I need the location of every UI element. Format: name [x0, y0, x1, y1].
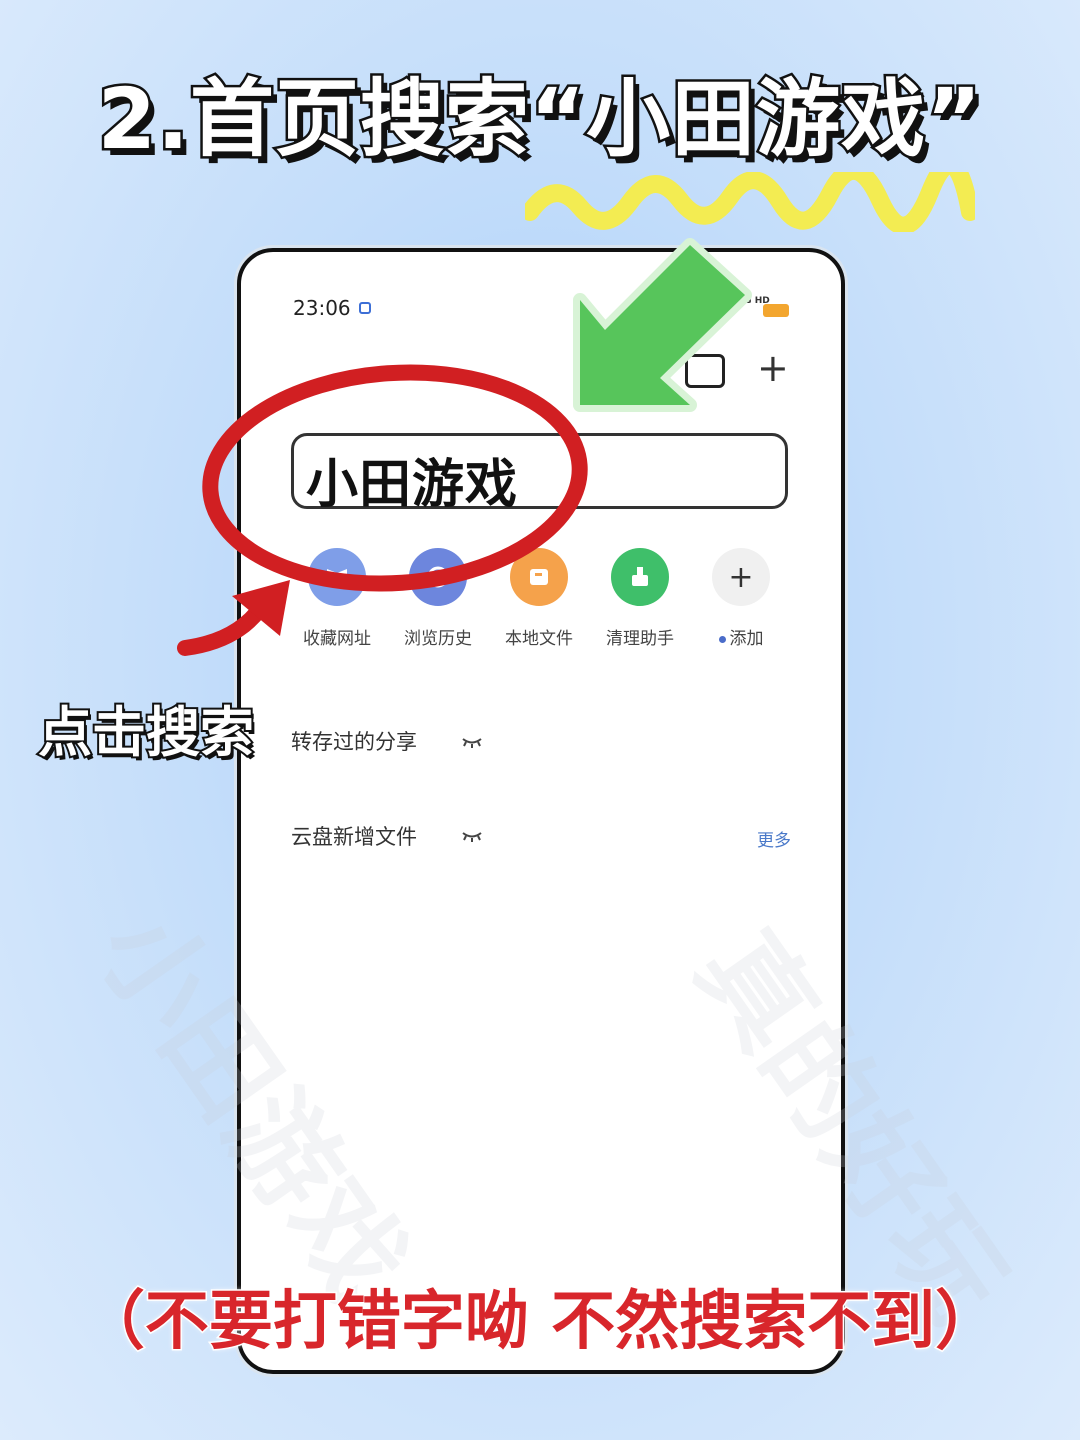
- search-input[interactable]: 小田游戏: [291, 433, 788, 515]
- add-tab-icon[interactable]: +: [757, 348, 789, 388]
- quick-item-add-label-wrap: 添加: [691, 624, 791, 649]
- quick-item-add[interactable]: + 添加: [691, 548, 791, 649]
- folder-icon: [510, 548, 568, 606]
- history-icon: [409, 548, 467, 606]
- quick-item-history[interactable]: 浏览历史: [388, 548, 488, 649]
- quick-item-bookmarks[interactable]: 收藏网址: [287, 548, 387, 649]
- status-app-icon: [359, 302, 371, 314]
- more-link[interactable]: 更多: [757, 826, 791, 851]
- quick-item-cleaner[interactable]: 清理助手: [590, 548, 690, 649]
- quick-item-label: 本地文件: [505, 629, 573, 649]
- status-network: 5G HD 5G HD: [703, 296, 770, 306]
- click-search-label: 点击搜索: [36, 699, 256, 766]
- quick-item-label: 收藏网址: [303, 629, 371, 649]
- quick-item-label: 浏览历史: [404, 629, 472, 649]
- search-input-value: 小田游戏: [306, 455, 519, 515]
- eye-closed-icon[interactable]: [461, 736, 483, 748]
- eye-closed-icon[interactable]: [461, 830, 483, 842]
- bookmark-icon: [308, 548, 366, 606]
- section-saved-shares: 转存过的分享: [291, 730, 417, 754]
- battery-icon: [763, 304, 789, 317]
- broom-icon: [611, 548, 669, 606]
- typo-warning: （不要打错字呦 不然搜索不到）: [79, 1284, 1000, 1361]
- quick-item-local-files[interactable]: 本地文件: [489, 548, 589, 649]
- quick-item-label: 添加: [729, 629, 764, 649]
- quick-item-label: 清理助手: [606, 629, 674, 649]
- section-cloud-new-files: 云盘新增文件: [291, 825, 417, 849]
- yellow-squiggle-decoration: [525, 172, 975, 232]
- scan-icon[interactable]: [685, 354, 725, 388]
- headline-title: 2.首页搜索“小田游戏”: [95, 68, 984, 171]
- status-time: 23:06: [293, 296, 351, 320]
- plus-icon: +: [712, 548, 770, 606]
- quick-access-row: 收藏网址 浏览历史 本地文件 清理助手 + 添加: [287, 548, 807, 649]
- new-dot-icon: [718, 635, 726, 643]
